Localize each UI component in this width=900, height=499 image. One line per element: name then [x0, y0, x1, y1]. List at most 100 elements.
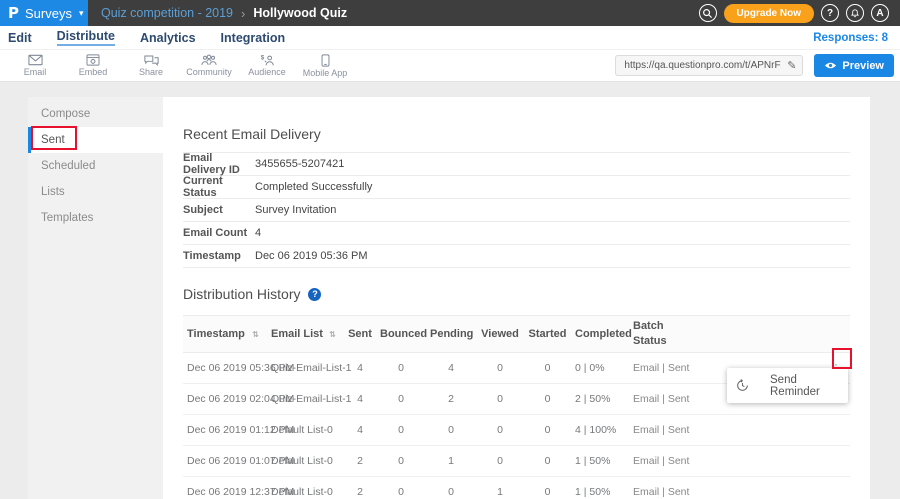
column-header-email-list[interactable]: Email List ⇅: [267, 328, 344, 340]
embed-icon: [86, 54, 100, 66]
toolbar-item-email[interactable]: Email: [6, 54, 64, 77]
breadcrumb-folder[interactable]: Quiz competition - 2019: [101, 6, 233, 20]
distribution-history-title: Distribution History: [183, 286, 300, 302]
sort-icon: ⇅: [329, 330, 336, 339]
breadcrumb-separator-icon: ›: [241, 6, 245, 21]
field-label: Email Count: [183, 227, 255, 239]
column-header-started: Started: [524, 328, 571, 340]
field-label: Email Delivery ID: [183, 152, 255, 176]
toolbar-label: Email: [24, 67, 47, 77]
responses-count[interactable]: Responses: 8: [813, 32, 892, 44]
sidebar-item-templates[interactable]: Templates: [28, 205, 163, 231]
breadcrumb: Quiz competition - 2019 › Hollywood Quiz: [101, 6, 347, 21]
cell-batch-status: Email | Sent: [629, 393, 725, 405]
sidebar-item-lists[interactable]: Lists: [28, 179, 163, 205]
field-row: Email Delivery ID 3455655-5207421: [183, 152, 850, 175]
tab-distribute[interactable]: Distribute: [57, 29, 115, 46]
toolbar-item-community[interactable]: Community: [180, 54, 238, 77]
field-row: Current Status Completed Successfully: [183, 175, 850, 198]
column-header-bounced: Bounced: [376, 328, 426, 340]
cell-email-list: Default List-0: [267, 455, 344, 467]
cell-timestamp: Dec 06 2019 05:36 PM: [183, 362, 267, 374]
sort-icon: ⇅: [252, 330, 259, 339]
cell-viewed: 0: [476, 455, 524, 467]
cell-sent: 4: [344, 393, 376, 405]
cell-started: 0: [524, 424, 571, 436]
sidebar-item-sent[interactable]: Sent: [28, 127, 163, 153]
cell-sent: 2: [344, 455, 376, 467]
cell-viewed: 0: [476, 362, 524, 374]
cell-timestamp: Dec 06 2019 12:37 PM: [183, 486, 267, 498]
cell-completed: 4 | 100%: [571, 424, 629, 436]
cell-viewed: 0: [476, 424, 524, 436]
eye-icon: [824, 61, 837, 70]
toolbar-label: Community: [186, 67, 232, 77]
survey-url-input[interactable]: [622, 59, 783, 72]
cell-pending: 2: [426, 393, 476, 405]
toolbar-label: Embed: [79, 67, 108, 77]
cell-bounced: 0: [376, 424, 426, 436]
surveys-menu[interactable]: P Surveys ▾: [0, 0, 88, 26]
toolbar-item-mobile-app[interactable]: Mobile App: [296, 54, 354, 78]
cell-pending: 0: [426, 486, 476, 498]
sent-panel: Recent Email Delivery Email Delivery ID …: [163, 97, 870, 499]
tab-edit[interactable]: Edit: [8, 31, 32, 45]
toolbar-item-share[interactable]: Share: [122, 54, 180, 77]
edit-url-pencil-icon[interactable]: ✎: [787, 59, 796, 72]
cell-sent: 4: [344, 362, 376, 374]
surveys-menu-label: Surveys: [25, 6, 72, 21]
sidebar-item-scheduled[interactable]: Scheduled: [28, 153, 163, 179]
field-value: Dec 06 2019 05:36 PM: [255, 250, 368, 262]
column-header-timestamp[interactable]: Timestamp ⇅: [183, 328, 267, 340]
tab-analytics[interactable]: Analytics: [140, 31, 196, 45]
field-value: 3455655-5207421: [255, 158, 344, 170]
cell-bounced: 0: [376, 393, 426, 405]
notifications-button[interactable]: [846, 4, 864, 22]
help-button[interactable]: ?: [821, 4, 839, 22]
send-reminder-clock-icon: [736, 379, 749, 392]
help-icon[interactable]: ?: [308, 288, 321, 301]
mobile-phone-icon: [321, 54, 330, 67]
field-label: Subject: [183, 204, 255, 216]
preview-button-label: Preview: [842, 60, 884, 72]
field-label: Timestamp: [183, 250, 255, 262]
toolbar-item-audience[interactable]: $ Audience: [238, 54, 296, 77]
recent-delivery-title: Recent Email Delivery: [183, 126, 850, 142]
table-row: Dec 06 2019 01:12 PM Default List-0 4 0 …: [183, 415, 850, 446]
cell-completed: 0 | 0%: [571, 362, 629, 374]
field-row: Email Count 4: [183, 221, 850, 244]
row-context-menu: Send Reminder: [727, 368, 848, 403]
table-row: Dec 06 2019 12:37 PM Default List-0 2 0 …: [183, 477, 850, 499]
cell-sent: 4: [344, 424, 376, 436]
preview-button[interactable]: Preview: [814, 54, 894, 77]
field-value: Survey Invitation: [255, 204, 336, 216]
cell-sent: 2: [344, 486, 376, 498]
send-reminder-menu-item[interactable]: Send Reminder: [770, 374, 848, 398]
tab-integration[interactable]: Integration: [221, 31, 286, 45]
cell-started: 0: [524, 362, 571, 374]
cell-timestamp: Dec 06 2019 01:07 PM: [183, 455, 267, 467]
cell-email-list: Quiz-Email-List-1: [267, 362, 344, 374]
toolbar-item-embed[interactable]: Embed: [64, 54, 122, 77]
cell-started: 0: [524, 455, 571, 467]
cell-timestamp: Dec 06 2019 01:12 PM: [183, 424, 267, 436]
distribute-toolbar: Email Embed Share Community: [0, 50, 900, 82]
share-chat-icon: [144, 54, 159, 66]
toolbar-label: Mobile App: [303, 68, 348, 78]
cell-started: 0: [524, 393, 571, 405]
avatar[interactable]: A: [871, 4, 889, 22]
toolbar-label: Audience: [248, 67, 286, 77]
email-sidebar: Compose Sent Scheduled Lists Templates: [28, 97, 163, 499]
column-header-completed: Completed: [571, 328, 629, 340]
sidebar-item-compose[interactable]: Compose: [28, 101, 163, 127]
recent-delivery-fields: Email Delivery ID 3455655-5207421 Curren…: [183, 152, 850, 268]
header-actions: Upgrade Now ? A: [699, 4, 900, 23]
survey-url-group: ✎ Preview: [615, 54, 894, 77]
cell-bounced: 0: [376, 362, 426, 374]
cell-completed: 1 | 50%: [571, 455, 629, 467]
field-value: 4: [255, 227, 261, 239]
top-header: P Surveys ▾ Quiz competition - 2019 › Ho…: [0, 0, 900, 26]
upgrade-now-button[interactable]: Upgrade Now: [724, 4, 814, 23]
search-button[interactable]: [699, 4, 717, 22]
column-header-pending: Pending: [426, 328, 476, 340]
